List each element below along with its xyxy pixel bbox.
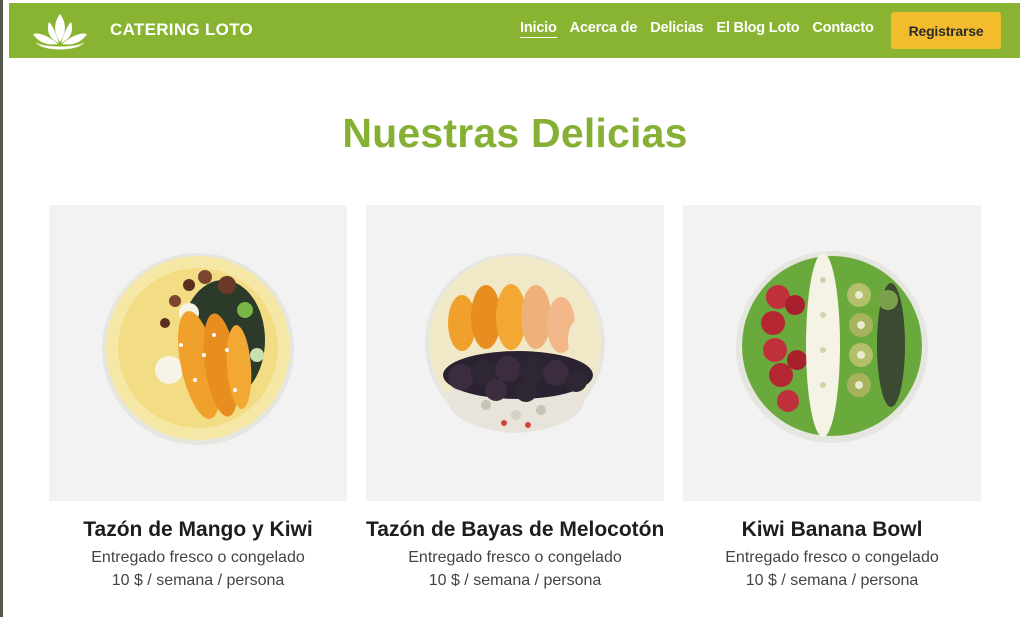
product-card-mango-kiwi[interactable]: Tazón de Mango y Kiwi Entregado fresco o… [49, 205, 347, 590]
product-card-peach-berry[interactable]: Tazón de Bayas de Melocotón Entregado fr… [366, 205, 664, 590]
card-title[interactable]: Tazón de Mango y Kiwi [49, 518, 347, 542]
card-price-text: 10 $ / semana / persona [428, 572, 602, 589]
nav-link-blog[interactable]: El Blog Loto [716, 20, 799, 38]
nav-link-delicias[interactable]: Delicias [650, 20, 703, 38]
product-card-kiwi-banana[interactable]: Kiwi Banana Bowl Entregado fresco o cong… [683, 205, 981, 590]
card-title[interactable]: Tazón de Bayas de Melocotón [366, 518, 664, 542]
card-delivery-text: Entregado fresco o congelado [91, 549, 305, 566]
card-delivery-text: Entregado fresco o congelado [725, 549, 939, 566]
nav-link-contacto[interactable]: Contacto [812, 20, 873, 38]
navbar: CATERING LOTO Inicio Acerca de Delicias … [9, 3, 1020, 58]
card-delivery-text: Entregado fresco o congelado [408, 549, 622, 566]
peach-berry-bowl-image[interactable] [366, 205, 664, 501]
brand-name[interactable]: CATERING LOTO [110, 20, 253, 40]
mango-kiwi-bowl-image[interactable] [49, 205, 347, 501]
window-edge [0, 0, 3, 617]
nav-menu: Inicio Acerca de Delicias El Blog Loto C… [520, 20, 887, 38]
page-title: Nuestras Delicias [342, 110, 688, 156]
lotus-icon[interactable] [29, 10, 91, 52]
kiwi-banana-bowl-image[interactable] [683, 205, 981, 501]
nav-link-inicio[interactable]: Inicio [520, 20, 557, 38]
card-title[interactable]: Kiwi Banana Bowl [683, 518, 981, 542]
card-price-text: 10 $ / semana / persona [111, 572, 285, 589]
nav-link-acerca-de[interactable]: Acerca de [570, 20, 638, 38]
card-price-text: 10 $ / semana / persona [745, 572, 919, 589]
signup-button[interactable]: Registrarse [891, 12, 1001, 49]
